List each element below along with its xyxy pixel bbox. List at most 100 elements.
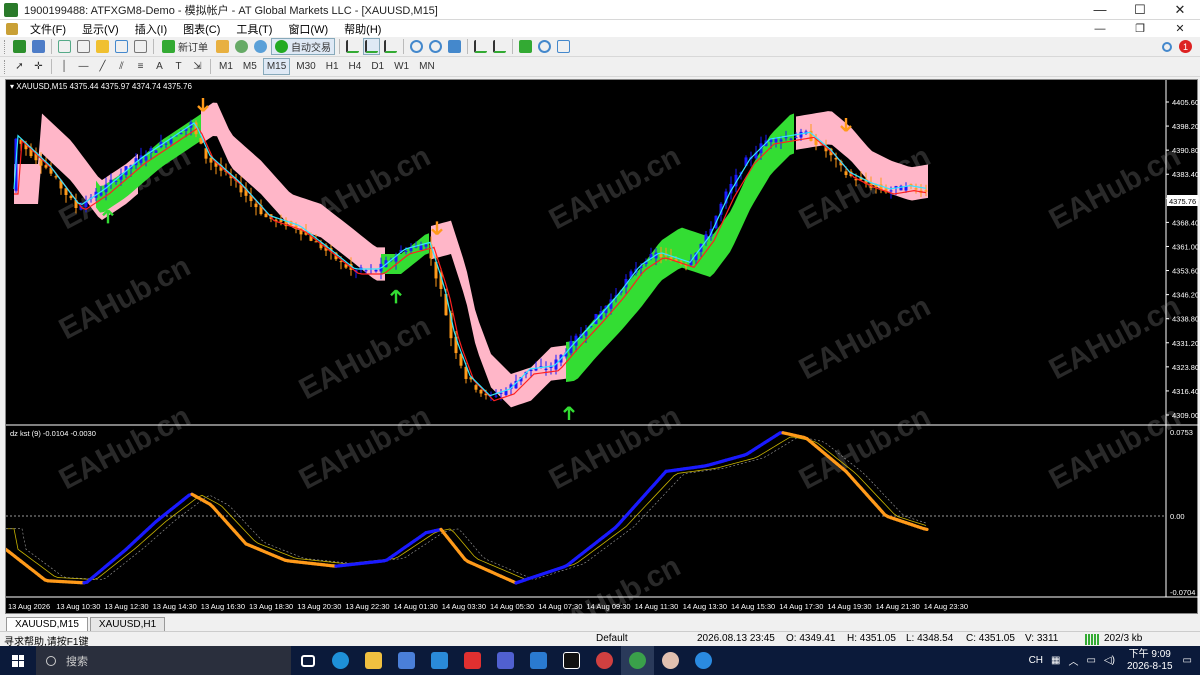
tf-d1[interactable]: D1	[367, 58, 388, 75]
tf-m15[interactable]: M15	[262, 58, 291, 75]
tf-h4[interactable]: H4	[345, 58, 366, 75]
auto-scroll-icon[interactable]	[472, 38, 489, 55]
menu-help[interactable]: 帮助(H)	[336, 21, 389, 37]
app-generic-icon[interactable]	[489, 646, 522, 675]
community-icon[interactable]	[252, 38, 269, 55]
chart-shift-icon[interactable]	[491, 38, 508, 55]
close-button[interactable]: ✕	[1160, 0, 1200, 20]
tf-m1[interactable]: M1	[215, 58, 237, 75]
tf-h1[interactable]: H1	[322, 58, 343, 75]
terminal-icon[interactable]	[113, 38, 130, 55]
candle-body	[264, 213, 268, 218]
sell-arrow-icon	[197, 98, 209, 112]
profiles-icon[interactable]	[30, 38, 47, 55]
line-chart-icon[interactable]	[382, 38, 399, 55]
signals-icon[interactable]	[233, 38, 250, 55]
task-view-icon[interactable]	[291, 646, 324, 675]
indicators-icon[interactable]	[517, 38, 534, 55]
menu-view[interactable]: 显示(V)	[74, 21, 127, 37]
mail-icon[interactable]	[423, 646, 456, 675]
browser-icon[interactable]	[687, 646, 720, 675]
cursor-icon[interactable]: ➚	[11, 58, 28, 75]
tray-arrow-icon[interactable]: ︿	[1068, 653, 1078, 668]
maximize-button[interactable]: ☐	[1120, 0, 1160, 20]
templates-icon[interactable]	[555, 38, 572, 55]
status-close: C: 4351.05	[966, 633, 1015, 644]
child-restore-button[interactable]: ❐	[1120, 19, 1160, 39]
menu-insert[interactable]: 插入(I)	[127, 21, 175, 37]
auto-trading-button[interactable]: 自动交易	[271, 38, 335, 55]
periods-icon[interactable]	[536, 38, 553, 55]
status-datetime: 2026.08.13 23:45	[697, 633, 775, 644]
volume-icon[interactable]: ◁)	[1104, 655, 1115, 666]
tf-m30[interactable]: M30	[292, 58, 319, 75]
price-tick-label: 4353.60	[1172, 267, 1199, 276]
candlestick-icon[interactable]	[363, 38, 380, 55]
text-icon[interactable]: A	[151, 58, 168, 75]
watermark-text: EAHub.cn	[1044, 290, 1186, 386]
new-order-button[interactable]: 新订单	[158, 38, 212, 55]
navigator-icon[interactable]	[94, 38, 111, 55]
market-watch-icon[interactable]	[56, 38, 73, 55]
taskbar-clock[interactable]: 下午 9:09 2026-8-15	[1127, 649, 1173, 673]
zoom-in-icon[interactable]	[408, 38, 425, 55]
avatar-app-icon[interactable]	[654, 646, 687, 675]
watermark-text: EAHub.cn	[54, 250, 196, 346]
candle-body	[154, 150, 158, 153]
data-window-icon[interactable]	[75, 38, 92, 55]
tf-w1[interactable]: W1	[390, 58, 413, 75]
menu-tools[interactable]: 工具(T)	[228, 21, 280, 37]
bar-chart-icon[interactable]	[344, 38, 361, 55]
taskbar-search[interactable]: 搜索	[36, 646, 291, 675]
menu-charts[interactable]: 图表(C)	[175, 21, 228, 37]
price-chart[interactable]: EAHub.cn EAHub.cn EAHub.cn EAHub.cnEAHub.cn…	[6, 80, 1199, 615]
tf-m5[interactable]: M5	[239, 58, 261, 75]
time-tick-label: 14 Aug 13:30	[683, 602, 727, 611]
menu-file[interactable]: 文件(F)	[22, 21, 74, 37]
menu-window[interactable]: 窗口(W)	[280, 21, 336, 37]
arrows-icon[interactable]: ⇲	[189, 58, 206, 75]
trendline-icon[interactable]: ╱	[94, 58, 111, 75]
tab-xauusd-m15[interactable]: XAUUSD,M15	[6, 617, 88, 631]
label-icon[interactable]: T	[170, 58, 187, 75]
netease-icon[interactable]	[588, 646, 621, 675]
new-chart-icon[interactable]	[11, 38, 28, 55]
channel-icon[interactable]: ⫽	[113, 58, 130, 75]
chart-system-icon[interactable]	[6, 22, 18, 35]
search-glass-icon	[46, 655, 56, 666]
child-minimize-button[interactable]: —	[1080, 19, 1120, 39]
tester-icon[interactable]	[132, 38, 149, 55]
crosshair-icon[interactable]: ✛	[30, 58, 47, 75]
minimize-button[interactable]: —	[1080, 0, 1120, 20]
status-traffic: 202/3 kb	[1104, 633, 1143, 644]
horizontal-line-icon[interactable]: —	[75, 58, 92, 75]
store-icon[interactable]	[390, 646, 423, 675]
metatrader-icon[interactable]	[621, 646, 654, 675]
ime-indicator[interactable]: CH	[1029, 655, 1043, 666]
edge-icon[interactable]	[324, 646, 357, 675]
tab-xauusd-h1[interactable]: XAUUSD,H1	[89, 617, 166, 631]
vertical-line-icon[interactable]: │	[56, 58, 73, 75]
search-icon[interactable]	[1158, 38, 1175, 55]
tf-mn[interactable]: MN	[415, 58, 439, 75]
start-button[interactable]	[0, 646, 36, 675]
menu-bar: 文件(F) 显示(V) 插入(I) 图表(C) 工具(T) 窗口(W) 帮助(H…	[0, 20, 1200, 37]
candle-body	[479, 389, 483, 394]
child-close-button[interactable]: ✕	[1160, 19, 1200, 39]
fibonacci-icon[interactable]: ≡	[132, 58, 149, 75]
explorer-icon[interactable]	[357, 646, 390, 675]
remote-app-icon[interactable]	[522, 646, 555, 675]
zoom-out-icon[interactable]	[427, 38, 444, 55]
tile-windows-icon[interactable]	[446, 38, 463, 55]
network-icon[interactable]: ▭	[1086, 655, 1095, 666]
kst-line	[922, 527, 929, 531]
tradingview-icon[interactable]	[555, 646, 588, 675]
price-tick-label: 4368.40	[1172, 218, 1199, 227]
chart-window[interactable]: EAHub.cn EAHub.cn EAHub.cn EAHub.cn EAHub.cn…	[5, 79, 1199, 615]
metaeditor-icon[interactable]	[214, 38, 231, 55]
keyboard-icon[interactable]: ▦	[1051, 655, 1060, 666]
notifications-icon[interactable]: 1	[1177, 38, 1194, 55]
wps-icon[interactable]	[456, 646, 489, 675]
candle-body	[789, 138, 793, 140]
notification-center-icon[interactable]: ▭	[1183, 655, 1192, 666]
